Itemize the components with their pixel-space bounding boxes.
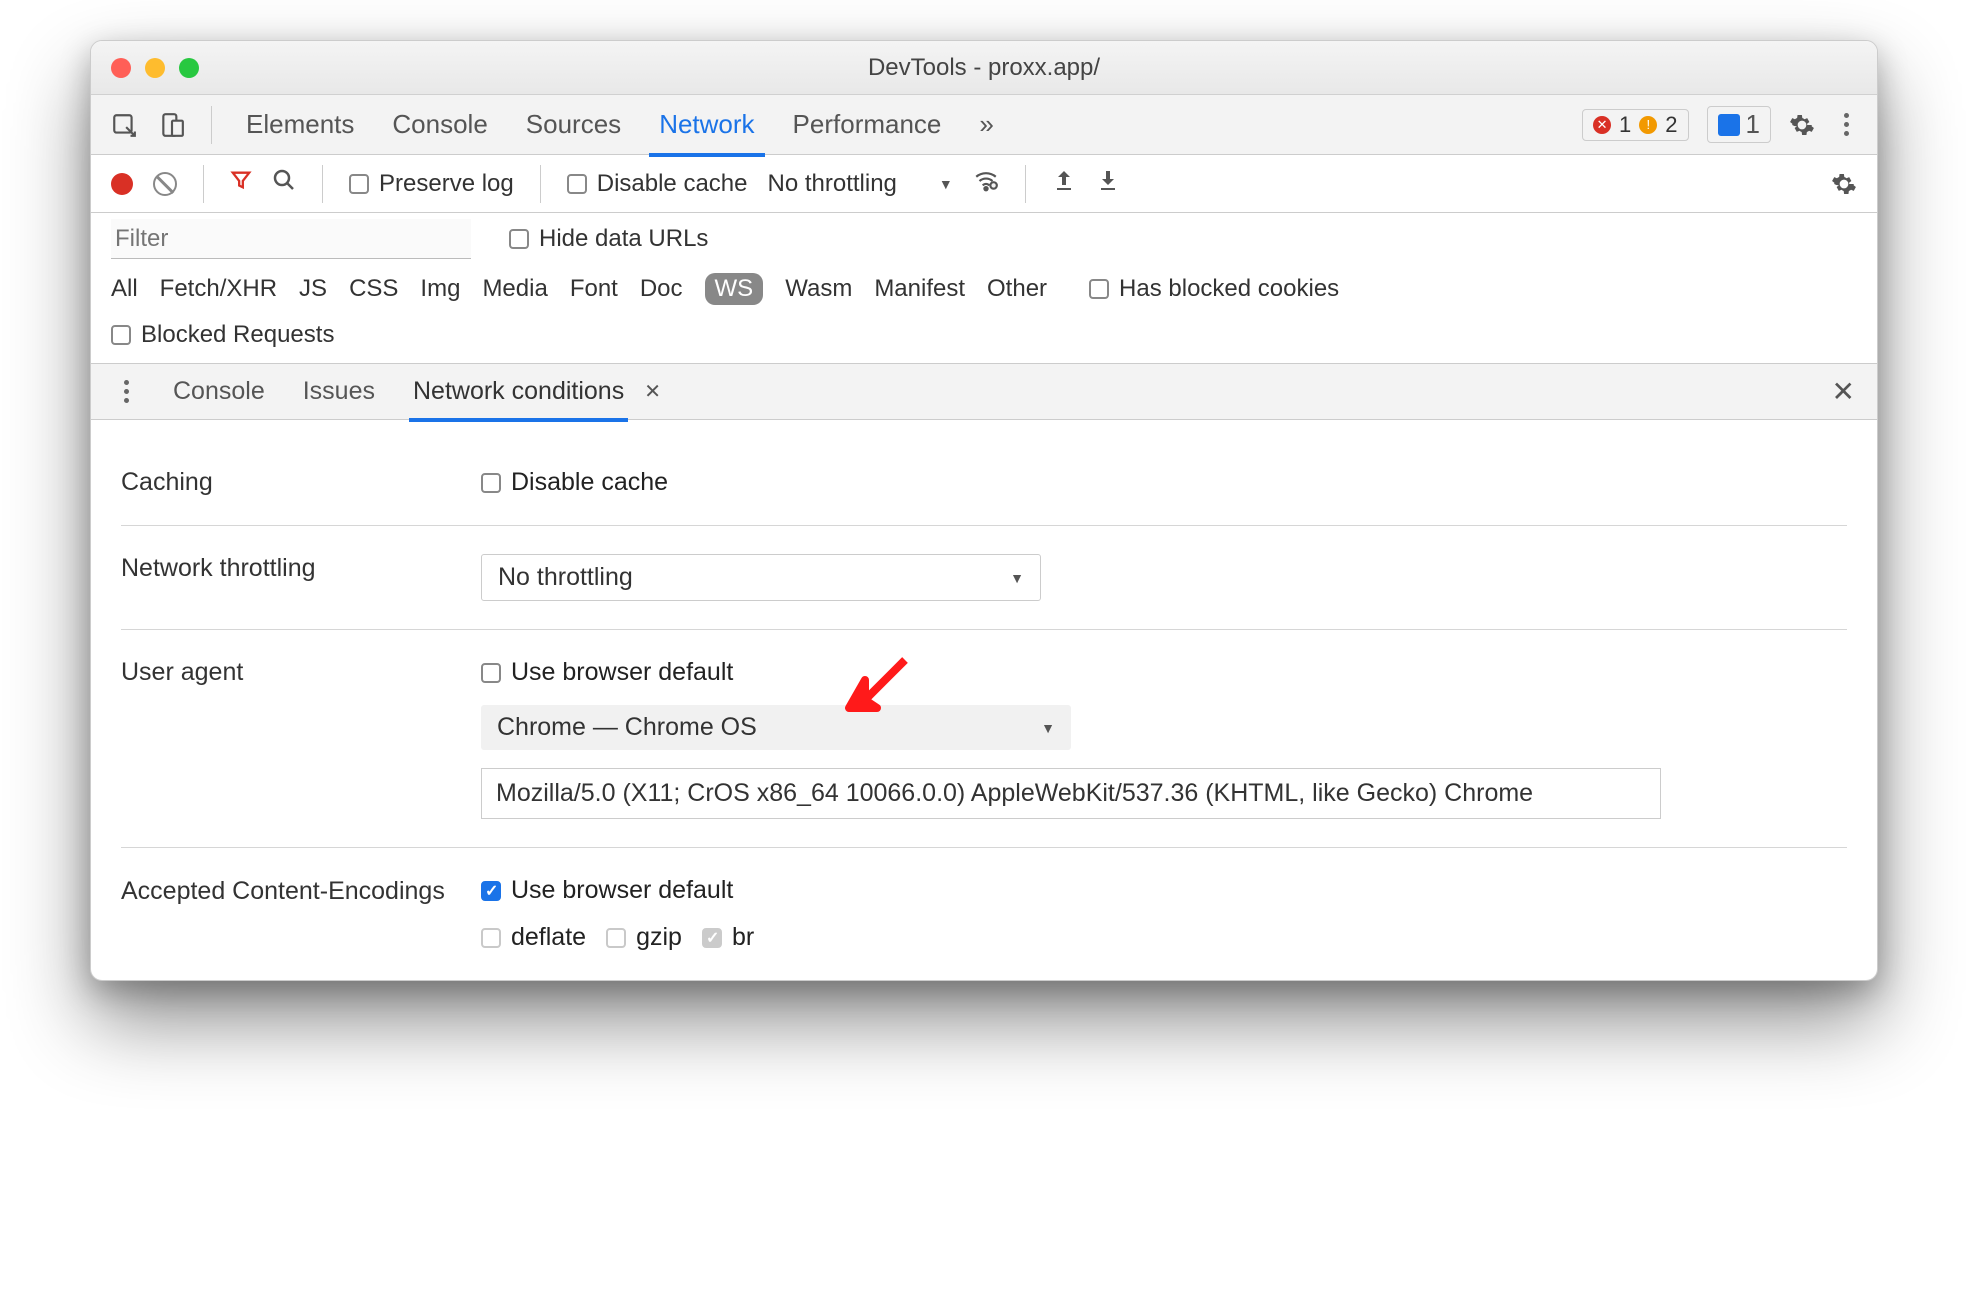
network-settings-gear-icon[interactable] [1831, 171, 1857, 197]
search-icon[interactable] [272, 168, 296, 199]
blocked-requests-checkbox[interactable]: Blocked Requests [111, 321, 334, 349]
error-warning-badge[interactable]: ✕ 1 ! 2 [1582, 109, 1689, 141]
network-throttling-row: Network throttling No throttling ▼ [121, 526, 1847, 630]
throttling-select[interactable]: No throttling ▼ [767, 170, 952, 198]
issues-badge[interactable]: 1 [1707, 106, 1771, 143]
content-encodings-label: Accepted Content-Encodings [121, 876, 481, 907]
drawer-tabbar: Console Issues Network conditions ✕ ✕ [91, 364, 1877, 420]
hide-data-urls-checkbox[interactable]: Hide data URLs [509, 225, 708, 253]
error-icon: ✕ [1593, 116, 1611, 134]
tabs-overflow[interactable]: » [969, 109, 1003, 140]
devtools-window: DevTools - proxx.app/ Elements Console S… [90, 40, 1878, 981]
error-count: 1 [1619, 112, 1631, 138]
network-toolbar: Preserve log Disable cache No throttling… [91, 155, 1877, 213]
has-blocked-cookies-checkbox[interactable]: Has blocked cookies [1089, 275, 1339, 303]
user-agent-select[interactable]: Chrome — Chrome OS ▼ [481, 705, 1071, 750]
download-har-icon[interactable] [1096, 168, 1120, 199]
issues-icon [1718, 114, 1740, 136]
encoding-gzip-checkbox[interactable]: gzip [606, 923, 682, 952]
upload-har-icon[interactable] [1052, 168, 1076, 199]
close-drawer-icon[interactable]: ✕ [1832, 375, 1855, 408]
close-drawer-tab-icon[interactable]: ✕ [644, 379, 661, 404]
network-throttling-label: Network throttling [121, 554, 481, 583]
filter-tag-manifest[interactable]: Manifest [874, 275, 965, 303]
filter-tag-js[interactable]: JS [299, 275, 327, 303]
tab-elements[interactable]: Elements [236, 109, 364, 140]
disable-cache-checkbox[interactable]: Disable cache [567, 170, 748, 198]
drawer-tab-console[interactable]: Console [169, 377, 269, 406]
drawer-tab-network-conditions[interactable]: Network conditions [409, 377, 628, 422]
main-tabbar: Elements Console Sources Network Perform… [91, 95, 1877, 155]
filter-input[interactable] [111, 219, 471, 259]
warning-count: 2 [1665, 112, 1677, 138]
main-menu-kebab-icon[interactable] [1833, 112, 1859, 138]
filter-tag-css[interactable]: CSS [349, 275, 398, 303]
filter-tag-font[interactable]: Font [570, 275, 618, 303]
content-encodings-row: Accepted Content-Encodings Use browser d… [121, 848, 1847, 980]
user-agent-label: User agent [121, 658, 481, 687]
issues-count: 1 [1746, 109, 1760, 140]
tab-console[interactable]: Console [382, 109, 497, 140]
filter-icon[interactable] [230, 169, 252, 198]
user-agent-string-input[interactable] [481, 768, 1661, 819]
caching-row: Caching Disable cache [121, 440, 1847, 526]
encodings-use-default-checkbox[interactable]: Use browser default [481, 876, 733, 905]
drawer-menu-kebab-icon[interactable] [113, 379, 139, 405]
drawer-tab-issues[interactable]: Issues [299, 377, 379, 406]
record-button[interactable] [111, 173, 133, 195]
filter-tag-img[interactable]: Img [420, 275, 460, 303]
filter-tag-doc[interactable]: Doc [640, 275, 683, 303]
user-agent-row: User agent Use browser default Chrome — … [121, 630, 1847, 848]
ua-use-default-checkbox[interactable]: Use browser default [481, 658, 733, 687]
tab-sources[interactable]: Sources [516, 109, 631, 140]
caching-label: Caching [121, 468, 481, 497]
caching-disable-cache-checkbox[interactable]: Disable cache [481, 468, 668, 497]
filter-tag-wasm[interactable]: Wasm [785, 275, 852, 303]
tab-performance[interactable]: Performance [783, 109, 952, 140]
network-throttling-select[interactable]: No throttling ▼ [481, 554, 1041, 601]
device-toolbar-icon[interactable] [157, 110, 187, 140]
encoding-deflate-checkbox[interactable]: deflate [481, 923, 586, 952]
window-title: DevTools - proxx.app/ [91, 54, 1877, 82]
network-conditions-icon[interactable] [973, 167, 999, 200]
titlebar: DevTools - proxx.app/ [91, 41, 1877, 95]
network-conditions-panel: Caching Disable cache Network throttling… [91, 420, 1877, 980]
filter-section: Hide data URLs All Fetch/XHR JS CSS Img … [91, 213, 1877, 364]
filter-tag-other[interactable]: Other [987, 275, 1047, 303]
filter-tag-fetchxhr[interactable]: Fetch/XHR [160, 275, 277, 303]
dropdown-caret-icon: ▼ [1010, 570, 1024, 586]
filter-tag-all[interactable]: All [111, 275, 138, 303]
settings-gear-icon[interactable] [1789, 112, 1815, 138]
filter-tag-media[interactable]: Media [482, 275, 547, 303]
dropdown-caret-icon: ▼ [1041, 720, 1055, 736]
encoding-br-checkbox[interactable]: br [702, 923, 754, 952]
filter-type-tags: All Fetch/XHR JS CSS Img Media Font Doc … [111, 273, 1857, 305]
warning-icon: ! [1639, 116, 1657, 134]
tab-network[interactable]: Network [649, 109, 764, 157]
clear-button[interactable] [153, 172, 177, 196]
dropdown-caret-icon: ▼ [939, 176, 953, 192]
filter-tag-ws[interactable]: WS [705, 273, 764, 305]
inspect-icon[interactable] [109, 110, 139, 140]
preserve-log-checkbox[interactable]: Preserve log [349, 170, 514, 198]
